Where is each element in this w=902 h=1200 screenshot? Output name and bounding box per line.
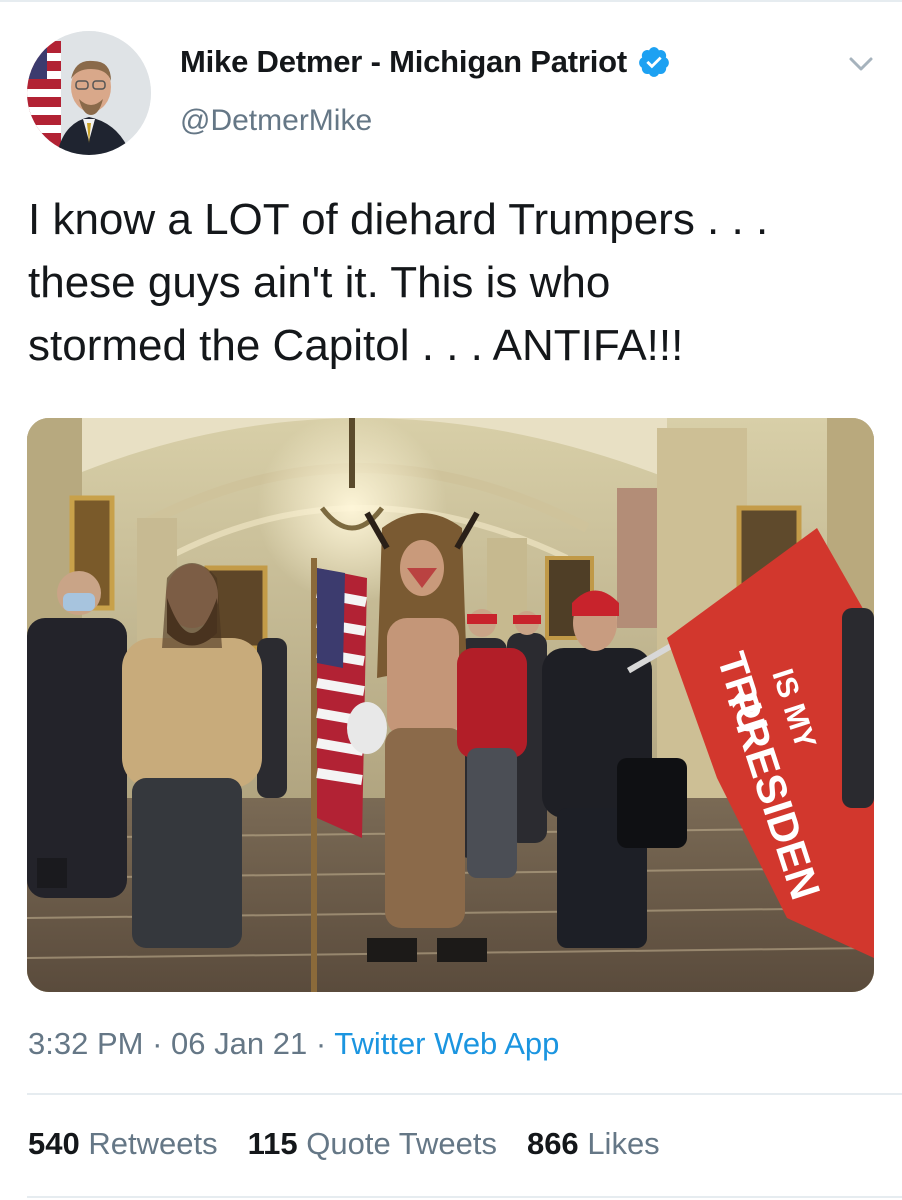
author-display-name[interactable]: Mike Detmer - Michigan Patriot xyxy=(180,44,627,80)
meta-separator: · xyxy=(315,1026,327,1061)
retweets-stat[interactable]: 540 Retweets xyxy=(28,1126,218,1162)
profile-photo-icon xyxy=(27,31,151,155)
likes-count: 866 xyxy=(526,1126,579,1161)
quote-tweets-count: 115 xyxy=(247,1126,298,1161)
tweet-time[interactable]: 3:32 PM xyxy=(28,1026,143,1061)
tweet-meta: 3:32 PM · 06 Jan 21 · Twitter Web App xyxy=(28,1026,559,1062)
likes-stat[interactable]: 866 Likes xyxy=(527,1126,660,1162)
tweet-date[interactable]: 06 Jan 21 xyxy=(171,1026,307,1061)
retweets-label: Retweets xyxy=(88,1126,218,1161)
divider xyxy=(27,1093,902,1095)
author-name-row[interactable]: Mike Detmer - Michigan Patriot xyxy=(180,44,671,80)
verified-badge-icon xyxy=(637,45,671,79)
quote-tweets-stat[interactable]: 115 Quote Tweets xyxy=(248,1126,497,1162)
likes-label: Likes xyxy=(587,1126,660,1161)
quote-tweets-label: Quote Tweets xyxy=(306,1126,497,1161)
tweet-text: I know a LOT of diehard Trumpers . . . t… xyxy=(28,195,769,370)
tweet-photo[interactable]: TRU IS MY PRESIDEN xyxy=(27,418,874,992)
author-handle[interactable]: @DetmerMike xyxy=(180,104,372,138)
tweet-source-link[interactable]: Twitter Web App xyxy=(334,1026,559,1061)
retweets-count: 540 xyxy=(28,1126,80,1161)
meta-separator: · xyxy=(152,1026,163,1061)
top-divider xyxy=(0,0,902,2)
divider xyxy=(27,1196,902,1198)
more-options-chevron-down-icon[interactable] xyxy=(844,50,878,78)
capitol-crowd-photo: TRU IS MY PRESIDEN xyxy=(27,418,874,992)
engagement-stats: 540 Retweets 115 Quote Tweets 866 Likes xyxy=(28,1126,690,1162)
avatar[interactable] xyxy=(27,31,151,155)
